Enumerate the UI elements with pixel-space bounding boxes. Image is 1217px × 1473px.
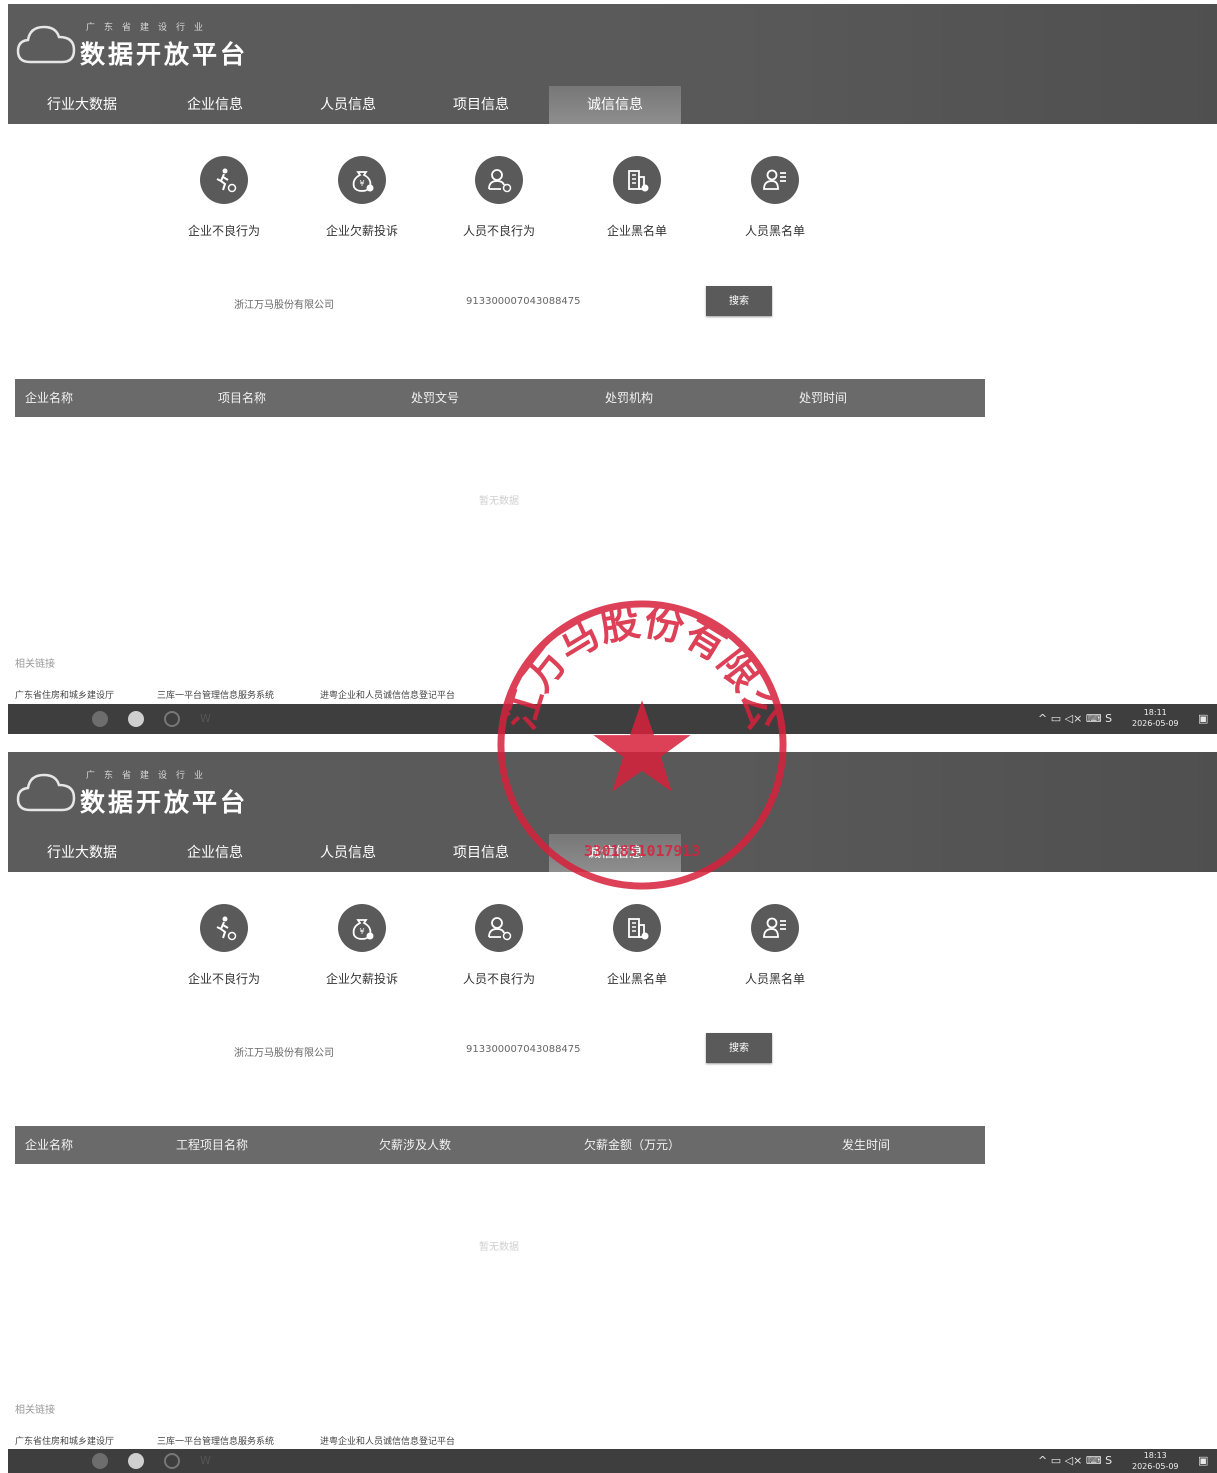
column-header: 处罚机构 [605,391,654,405]
notification-icon[interactable]: ▣ [1198,712,1208,725]
link-three-libraries-system[interactable]: 三库一平台管理信息服务系统 [157,688,274,701]
category-wage-complaint[interactable]: ¥ 企业欠薪投诉 [302,156,422,239]
category-label: 企业欠薪投诉 [325,224,398,238]
table-header: 企业名称 工程项目名称 欠薪涉及人数 欠薪金额（万元） 发生时间 [15,1126,985,1164]
cloud-logo-icon [16,773,76,812]
walking-person-icon [200,156,248,204]
column-header: 企业名称 [25,1138,74,1152]
column-header: 处罚时间 [799,391,848,405]
system-tray-icons[interactable]: ^ ▭ ◁× ⌨ S [1038,1454,1112,1467]
cloud-logo-icon [16,25,76,64]
clock-time: 18:13 [1143,1451,1167,1460]
link-gd-housing-dept[interactable]: 广东省住房和城乡建设厅 [15,688,114,701]
category-label: 企业不良行为 [187,972,260,986]
column-header: 工程项目名称 [176,1138,249,1152]
search-icon[interactable] [164,711,180,727]
start-orb-icon[interactable] [92,711,108,727]
walking-person-icon [200,904,248,952]
category-label: 人员不良行为 [462,224,535,238]
nav-industry-data[interactable]: 行业大数据 [16,86,148,124]
search-button[interactable]: 搜索 [706,1033,772,1063]
money-bag-icon: ¥ [338,904,386,952]
search-icon[interactable] [164,1453,180,1469]
notification-icon[interactable]: ▣ [1198,1454,1208,1467]
person-list-icon [751,156,799,204]
category-company-bad-behavior[interactable]: 企业不良行为 [164,156,284,239]
column-header: 处罚文号 [411,391,460,405]
nav-industry-data[interactable]: 行业大数据 [16,834,148,872]
column-header: 项目名称 [218,391,267,405]
nav-personnel-info[interactable]: 人员信息 [282,834,414,872]
taskbar-clock[interactable]: 18:11 2026-05-09 [1132,707,1179,729]
word-icon[interactable]: W [200,1454,211,1467]
category-person-bad-behavior[interactable]: 人员不良行为 [439,904,559,987]
system-tray-icons[interactable]: ^ ▭ ◁× ⌨ S [1038,712,1112,725]
category-label: 企业黑名单 [606,972,667,986]
company-name-input[interactable]: 浙江万马股份有限公司 [234,296,334,311]
main-nav: 行业大数据 企业信息 人员信息 项目信息 诚信信息 [8,86,1217,124]
link-gd-housing-dept[interactable]: 广东省住房和城乡建设厅 [15,1434,114,1447]
category-label: 企业欠薪投诉 [325,972,398,986]
nav-project-info[interactable]: 项目信息 [415,86,547,124]
seal-code: 3301851017913 [584,842,701,860]
related-links-title: 相关链接 [15,659,55,670]
nav-company-info[interactable]: 企业信息 [149,86,281,124]
nav-credit-info[interactable]: 诚信信息 [549,86,681,124]
svg-text:¥: ¥ [359,179,364,188]
link-credit-registration[interactable]: 进粤企业和人员诚信信息登记平台 [320,1434,455,1447]
windows-taskbar: W ^ ▭ ◁× ⌨ S 18:13 2026-05-09 ▣ [8,1449,1217,1473]
category-label: 企业不良行为 [187,224,260,238]
search-button[interactable]: 搜索 [706,286,772,316]
column-header: 欠薪涉及人数 [379,1138,452,1152]
clock-time: 18:11 [1143,708,1167,717]
word-icon[interactable]: W [200,712,211,725]
site-header: 广东省建设行业 数据开放平台 行业大数据 企业信息 人员信息 项目信息 诚信信息 [8,4,1217,124]
category-company-bad-behavior[interactable]: 企业不良行为 [164,904,284,987]
category-person-bad-behavior[interactable]: 人员不良行为 [439,156,559,239]
credit-code-input[interactable]: 913300007043088475 [466,1044,581,1055]
empty-table-text: 暂无数据 [479,1242,519,1253]
logo-title: 数据开放平台 [80,40,249,69]
logo-subtitle: 广东省建设行业 [86,771,213,781]
nav-personnel-info[interactable]: 人员信息 [282,86,414,124]
category-label: 人员不良行为 [462,972,535,986]
building-icon [613,904,661,952]
empty-table-text: 暂无数据 [479,496,519,507]
person-icon [475,156,523,204]
column-header: 企业名称 [25,391,74,405]
link-credit-registration[interactable]: 进粤企业和人员诚信信息登记平台 [320,688,455,701]
column-header: 欠薪金额（万元） [584,1138,681,1152]
star-icon [593,700,691,792]
browser-icon[interactable] [128,1453,144,1469]
category-company-blacklist[interactable]: 企业黑名单 [577,904,697,987]
table-header: 企业名称 项目名称 处罚文号 处罚机构 处罚时间 [15,379,985,417]
person-icon [475,904,523,952]
browser-icon[interactable] [128,711,144,727]
logo-subtitle: 广东省建设行业 [86,23,213,33]
category-label: 人员黑名单 [744,972,805,986]
related-links-title: 相关链接 [15,1405,55,1416]
category-label: 人员黑名单 [744,224,805,238]
person-list-icon [751,904,799,952]
clock-date: 2026-05-09 [1132,719,1179,728]
category-label: 企业黑名单 [606,224,667,238]
category-person-blacklist[interactable]: 人员黑名单 [715,156,835,239]
company-seal-stamp: 浙江万马股份有限公司 3301851017913 [493,596,787,890]
taskbar-clock[interactable]: 18:13 2026-05-09 [1132,1450,1179,1472]
category-wage-complaint[interactable]: ¥ 企业欠薪投诉 [302,904,422,987]
start-orb-icon[interactable] [92,1453,108,1469]
category-company-blacklist[interactable]: 企业黑名单 [577,156,697,239]
credit-code-input[interactable]: 913300007043088475 [466,296,581,307]
nav-company-info[interactable]: 企业信息 [149,834,281,872]
company-name-input[interactable]: 浙江万马股份有限公司 [234,1044,334,1059]
clock-date: 2026-05-09 [1132,1462,1179,1471]
link-three-libraries-system[interactable]: 三库一平台管理信息服务系统 [157,1434,274,1447]
column-header: 发生时间 [842,1138,891,1152]
logo-title: 数据开放平台 [80,788,249,817]
category-person-blacklist[interactable]: 人员黑名单 [715,904,835,987]
svg-text:¥: ¥ [359,927,364,936]
building-icon [613,156,661,204]
money-bag-icon: ¥ [338,156,386,204]
